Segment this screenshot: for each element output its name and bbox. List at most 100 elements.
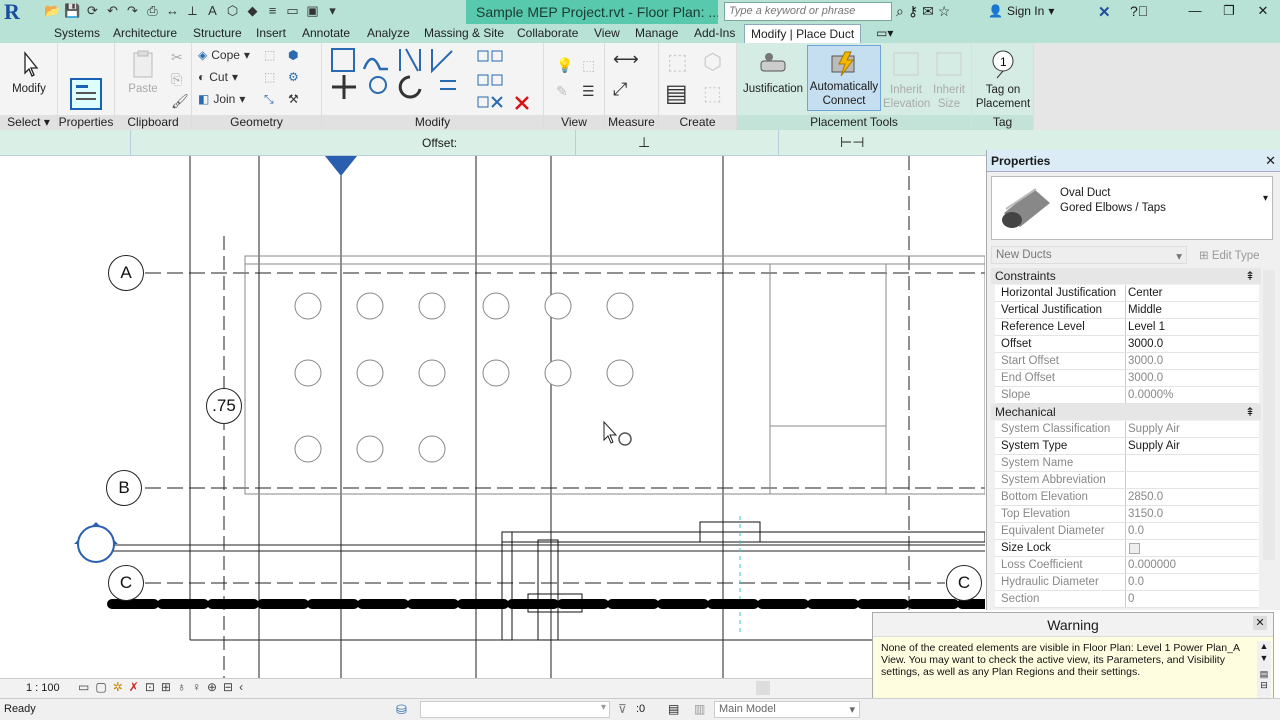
switch-windows-icon[interactable]: ▣ — [304, 2, 321, 20]
tab-manage[interactable]: Manage — [635, 24, 678, 43]
create-parts-icon[interactable]: ⬡ — [703, 49, 722, 75]
property-row[interactable]: Section 0 — [995, 591, 1259, 608]
property-row[interactable]: Size Lock — [995, 540, 1259, 557]
aligned-dimension-icon[interactable]: ⤢ — [613, 79, 627, 100]
select-dropdown[interactable]: Select ▾ — [0, 115, 57, 130]
cut-clipboard-icon[interactable]: ✂ — [171, 49, 183, 66]
measure-between-icon[interactable]: ⟷ — [613, 49, 639, 70]
property-value[interactable]: Supply Air — [1128, 421, 1180, 438]
horizontal-scroll-thumb[interactable] — [756, 681, 770, 695]
create-group-icon[interactable]: ▤ — [665, 79, 688, 108]
sun-path-icon[interactable]: ✲ — [113, 680, 123, 694]
ribbon-minimize-icon[interactable]: ▭▾ — [876, 26, 893, 40]
workset-select[interactable]: ▾ — [420, 701, 610, 718]
close-hidden-icon[interactable]: ▭ — [284, 2, 301, 20]
crop-view-icon[interactable]: ⊡ — [145, 680, 155, 694]
dimension-icon[interactable]: ⟂ — [184, 2, 201, 20]
open-icon[interactable]: 📂 — [44, 2, 61, 20]
property-row[interactable]: System Name — [995, 455, 1259, 472]
worksets-icon[interactable]: ⛁ — [396, 702, 407, 718]
property-row[interactable]: System Abbreviation — [995, 472, 1259, 489]
sign-in-button[interactable]: 👤 Sign In ▾ — [988, 4, 1054, 18]
minimize-icon[interactable]: — — [1178, 0, 1212, 22]
section-icon[interactable]: ◆ — [244, 2, 261, 20]
dimension-width-icon[interactable]: ⊢⊣ — [840, 134, 864, 151]
exchange-apps-icon[interactable]: ✕ — [1098, 3, 1111, 21]
property-value[interactable]: Supply Air — [1128, 438, 1180, 455]
tab-architecture[interactable]: Architecture — [113, 24, 177, 43]
print-icon[interactable]: ⎙ — [144, 2, 161, 20]
hammer-icon[interactable]: ⚒ — [288, 92, 299, 106]
property-value[interactable]: 3150.0 — [1128, 506, 1163, 523]
text-icon[interactable]: A — [204, 2, 221, 20]
tab-structure[interactable]: Structure — [193, 24, 242, 43]
grid-bubble-c[interactable]: C — [108, 565, 144, 601]
view-scale[interactable]: 1 : 100 — [26, 682, 60, 694]
subscription-icon[interactable]: ⚷ — [908, 3, 918, 20]
close-icon[interactable]: ✕ — [1246, 0, 1280, 22]
shadows-icon[interactable]: ✗ — [129, 680, 139, 694]
property-value[interactable]: 0 — [1128, 591, 1134, 608]
detail-level-icon[interactable]: ▭ — [78, 680, 89, 694]
design-option-select[interactable]: Main Model ▾ — [714, 701, 860, 718]
create-assembly-icon[interactable]: ⬚ — [667, 49, 688, 75]
property-value[interactable]: 3000.0 — [1128, 336, 1163, 353]
property-row[interactable]: Bottom Elevation 2850.0 — [995, 489, 1259, 506]
paint-icon[interactable]: ⬢ — [288, 48, 298, 62]
create-similar-icon[interactable]: ⬚ — [703, 81, 722, 106]
property-row[interactable]: Start Offset 3000.0 — [995, 353, 1259, 370]
favorites-icon[interactable]: ☆ — [938, 3, 951, 20]
design-options-icon[interactable]: ▥ — [694, 702, 705, 716]
measure-icon[interactable]: ↔ — [164, 2, 181, 20]
temp-hide-icon[interactable]: ♀ — [192, 680, 201, 694]
elevation-icon[interactable]: ⊥ — [638, 134, 650, 151]
modify-button[interactable]: Modify — [6, 49, 52, 95]
grid-bubble-a[interactable]: A — [108, 255, 144, 291]
help-icon[interactable]: ?⃝ — [1130, 3, 1148, 19]
tab-modify-place-duct[interactable]: Modify | Place Duct — [744, 24, 862, 43]
tab-analyze[interactable]: Analyze — [367, 24, 410, 43]
property-value[interactable]: 0.000000 — [1128, 557, 1176, 574]
tab-view[interactable]: View — [594, 24, 620, 43]
property-value[interactable]: Middle — [1128, 302, 1162, 319]
editable-only-icon[interactable]: ▤ — [668, 702, 679, 716]
thin-lines-icon[interactable]: ≡ — [264, 2, 281, 20]
property-value[interactable]: 0.0 — [1128, 523, 1144, 540]
customize-qat-icon[interactable]: ▾ — [324, 2, 341, 20]
undo-icon[interactable]: ↶ — [104, 2, 121, 20]
demolish-icon[interactable]: ⚙ — [288, 70, 299, 84]
communication-icon[interactable]: ✉ — [922, 3, 934, 20]
split-icon[interactable]: ⤡ — [264, 92, 274, 107]
auto-connect-button[interactable]: Automatically Connect — [807, 45, 881, 111]
paste-button[interactable]: Paste — [123, 49, 163, 95]
property-row[interactable]: Top Elevation 3150.0 — [995, 506, 1259, 523]
grid-bubble-c-right[interactable]: C — [946, 565, 982, 601]
join-button[interactable]: ◧ Join ▾ — [198, 92, 245, 106]
tab-add-ins[interactable]: Add-Ins — [694, 24, 735, 43]
wall-joins-icon[interactable]: ⬚ — [264, 70, 275, 84]
edit-type-button[interactable]: ⊞ Edit Type — [1199, 248, 1260, 262]
cut-button[interactable]: ◐ Cut ▾ — [198, 70, 238, 84]
property-row[interactable]: System Type Supply Air — [995, 438, 1259, 455]
3d-view-icon[interactable]: ⬡ — [224, 2, 241, 20]
search-input[interactable]: Type a keyword or phrase — [724, 2, 892, 21]
inherit-size-button[interactable]: Inherit Size — [929, 49, 969, 111]
size-lock-checkbox[interactable] — [1129, 543, 1140, 554]
show-crop-icon[interactable]: ⊞ — [161, 680, 171, 694]
reveal-hidden-icon[interactable]: ⊕ — [207, 680, 217, 694]
collapse-group-icon[interactable]: ⇞ — [1245, 404, 1255, 420]
property-value[interactable]: 0.0 — [1128, 574, 1144, 591]
properties-button[interactable] — [68, 77, 104, 111]
cope-button[interactable]: ◈ Cope ▾ — [198, 48, 250, 62]
property-row[interactable]: Equivalent Diameter 0.0 — [995, 523, 1259, 540]
instance-filter-select[interactable]: New Ducts ▾ — [991, 246, 1187, 264]
justification-button[interactable]: Justification — [743, 49, 803, 95]
property-row[interactable]: Loss Coefficient 0.000000 — [995, 557, 1259, 574]
match-properties-icon[interactable]: 🖌 — [171, 93, 189, 110]
property-row[interactable]: End Offset 3000.0 — [995, 370, 1259, 387]
type-selector[interactable]: Oval Duct Gored Elbows / Taps ▾ — [991, 176, 1273, 240]
filter-icon[interactable]: ⊽ — [618, 702, 627, 716]
drawing-canvas[interactable]: A B C C .75 — [0, 156, 985, 678]
thin-lines-view-icon[interactable]: ☰ — [582, 83, 595, 100]
tag-on-placement-button[interactable]: 1 Tag on Placement — [974, 49, 1032, 111]
